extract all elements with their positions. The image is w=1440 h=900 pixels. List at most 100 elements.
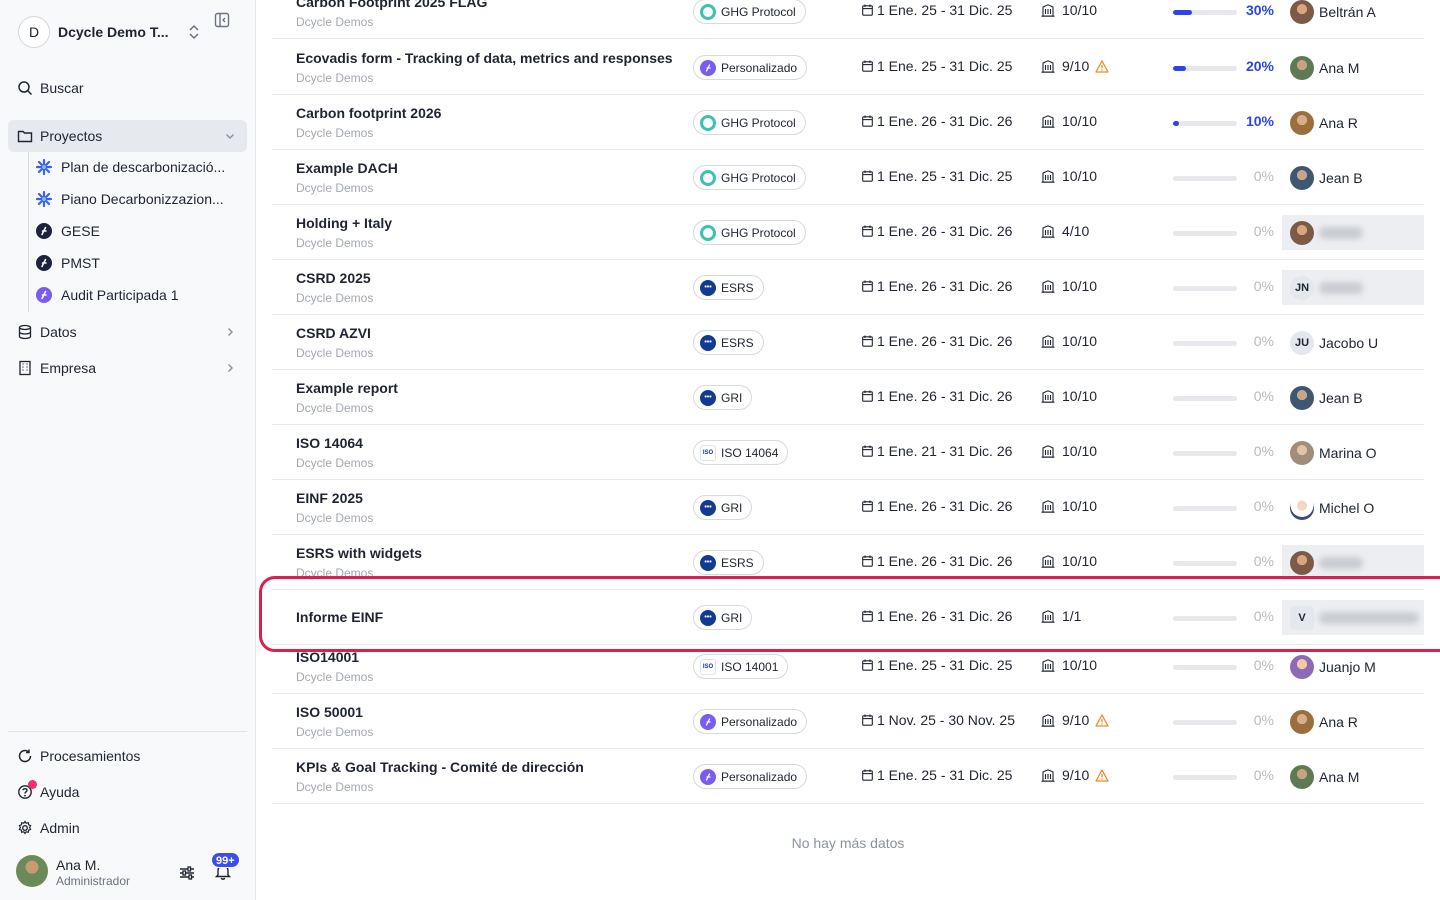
owner[interactable]: V [1282, 600, 1424, 635]
table-row[interactable]: ISO14001 Dcycle Demos ISO ISO 14001 1 Ene. 2… [272, 639, 1424, 694]
date-range-text: 1 Ene. 26 - 31 Dic. 26 [877, 223, 1013, 239]
project-name[interactable]: Example report [296, 380, 398, 396]
sidebar-project-item[interactable]: PMST [36, 248, 246, 278]
table-row[interactable]: Example report Dcycle Demos ••• GRI 1 Ene. 2… [272, 370, 1424, 425]
project-name[interactable]: CSRD AZVI [296, 325, 371, 341]
framework-badge: ••• GRI [693, 495, 753, 520]
entity-count: 10/10 [1041, 498, 1097, 514]
table-row[interactable]: Carbon footprint 2026 Dcycle Demos GHG Pro… [272, 95, 1424, 150]
entity-count-text: 9/10 [1062, 712, 1090, 728]
owner-name: Jean B [1319, 169, 1363, 186]
progress-percent: 0% [1253, 608, 1274, 624]
entity-count-text: 10/10 [1062, 388, 1098, 404]
framework-badge: ••• ESRS [693, 275, 764, 300]
calendar-icon [862, 769, 877, 781]
framework-label: Personalizado [721, 60, 798, 75]
framework-esrs-icon: ••• [700, 334, 716, 351]
building-icon [1041, 59, 1062, 73]
owner[interactable]: Michel O [1282, 490, 1424, 525]
table-row[interactable]: Example DACH Dcycle Demos GHG Protocol 1 En… [272, 150, 1424, 205]
framework-label: GHG Protocol [721, 4, 796, 19]
table-row[interactable]: Holding + Italy Dcycle Demos GHG Protocol 1… [272, 205, 1424, 260]
nav-data[interactable]: Datos [8, 316, 247, 348]
progress-bar [1173, 720, 1237, 725]
table-row[interactable]: ISO 14064 Dcycle Demos ISO ISO 14064 1 Ene. … [272, 425, 1424, 480]
owner[interactable] [1282, 215, 1424, 250]
owner[interactable]: Marina O [1282, 435, 1424, 470]
sidebar-project-item[interactable]: Plan de descarbonizació... [36, 152, 246, 182]
date-range-text: 1 Ene. 26 - 31 Dic. 26 [877, 113, 1013, 129]
owner[interactable] [1282, 545, 1424, 580]
date-range: 1 Ene. 25 - 31 Dic. 25 [862, 657, 1012, 673]
framework-badge: ••• ESRS [693, 330, 764, 355]
collapse-sidebar-icon[interactable] [212, 10, 232, 30]
owner[interactable]: JU Jacobo U [1282, 325, 1424, 360]
owner[interactable]: Juanjo M [1282, 649, 1424, 684]
table-row[interactable]: CSRD 2025 Dcycle Demos ••• ESRS 1 Ene. 26 - … [272, 260, 1424, 315]
project-name[interactable]: Carbon Footprint 2025 FLAG [296, 0, 487, 10]
project-name[interactable]: Example DACH [296, 160, 398, 176]
owner-name: Ana R [1319, 713, 1358, 730]
avatar [16, 855, 48, 887]
owner-avatar [1290, 709, 1314, 734]
project-name[interactable]: ISO 14064 [296, 435, 363, 451]
project-name[interactable]: Holding + Italy [296, 215, 392, 231]
table-row[interactable]: Ecovadis form - Tracking of data, metric… [272, 40, 1424, 95]
table-row[interactable]: ESRS with widgets Dcycle Demos ••• ESRS 1 En… [272, 535, 1424, 590]
project-org: Dcycle Demos [296, 670, 374, 684]
table-row[interactable]: KPIs & Goal Tracking - Comité de direcci… [272, 749, 1424, 804]
framework-gri-icon: ••• [700, 389, 716, 406]
nav-search[interactable]: Buscar [8, 72, 247, 104]
owner[interactable]: Jean B [1282, 160, 1424, 195]
calendar-icon [862, 335, 877, 347]
project-name[interactable]: Carbon footprint 2026 [296, 105, 441, 121]
project-name[interactable]: EINF 2025 [296, 490, 363, 506]
project-name[interactable]: CSRD 2025 [296, 270, 371, 286]
framework-label: ESRS [721, 335, 754, 350]
table-row[interactable]: Carbon Footprint 2025 FLAG Dcycle Demos GH… [272, 0, 1424, 39]
owner[interactable]: Jean B [1282, 380, 1424, 415]
owner[interactable]: Ana R [1282, 105, 1424, 140]
progress-percent: 20% [1245, 58, 1274, 74]
owner[interactable]: Ana R [1282, 704, 1424, 739]
project-name[interactable]: KPIs & Goal Tracking - Comité de direcci… [296, 759, 584, 775]
framework-label: ESRS [721, 555, 754, 570]
search-icon [16, 79, 34, 97]
date-range-text: 1 Ene. 26 - 31 Dic. 26 [877, 388, 1013, 404]
project-name[interactable]: Informe EINF [296, 609, 383, 625]
date-range-text: 1 Ene. 25 - 31 Dic. 25 [877, 168, 1013, 184]
sidebar-project-item[interactable]: Audit Participada 1 [36, 280, 246, 310]
table-row[interactable]: ISO 50001 Dcycle Demos Personalizado 1 Nov.… [272, 694, 1424, 749]
project-name[interactable]: ISO14001 [296, 649, 359, 665]
nav-company[interactable]: Empresa [8, 352, 247, 384]
sidebar-project-item[interactable]: Piano Decarbonizzazion... [36, 184, 246, 214]
project-name[interactable]: ISO 50001 [296, 704, 363, 720]
project-name[interactable]: Ecovadis form - Tracking of data, metric… [296, 50, 673, 66]
entity-count-text: 10/10 [1062, 168, 1098, 184]
framework-ghg-icon [700, 224, 716, 241]
building-icon [1041, 3, 1062, 17]
owner[interactable]: Ana M [1282, 50, 1424, 85]
date-range: 1 Ene. 26 - 31 Dic. 26 [862, 608, 1012, 624]
project-name[interactable]: ESRS with widgets [296, 545, 422, 561]
nav-data-label: Datos [40, 324, 77, 340]
nav-processing[interactable]: Procesamientos [8, 740, 247, 772]
user-profile[interactable]: Ana M. Administrador 99+ [16, 852, 246, 889]
owner[interactable]: JN [1282, 270, 1424, 305]
owner[interactable]: Ana M [1282, 759, 1424, 794]
sliders-icon[interactable] [178, 864, 196, 882]
nav-company-label: Empresa [40, 360, 97, 376]
folder-icon [16, 127, 34, 145]
warning-icon [1095, 768, 1116, 782]
nav-help[interactable]: Ayuda [8, 776, 247, 808]
table-row[interactable]: CSRD AZVI Dcycle Demos ••• ESRS 1 Ene. 26 - … [272, 315, 1424, 370]
nav-projects[interactable]: Proyectos [8, 120, 247, 152]
table-row[interactable]: Informe EINF ••• GRI 1 Ene. 26 - 31 Dic. 26… [272, 590, 1424, 645]
nav-admin[interactable]: Admin [8, 812, 247, 844]
chevron-up-down-icon[interactable] [184, 22, 204, 42]
progress-percent: 0% [1253, 767, 1274, 783]
sidebar-project-item[interactable]: GESE [36, 216, 246, 246]
table-row[interactable]: EINF 2025 Dcycle Demos ••• GRI 1 Ene. 26 - 3… [272, 480, 1424, 535]
owner[interactable]: Beltrán A [1282, 0, 1424, 29]
project-org: Dcycle Demos [296, 291, 374, 305]
